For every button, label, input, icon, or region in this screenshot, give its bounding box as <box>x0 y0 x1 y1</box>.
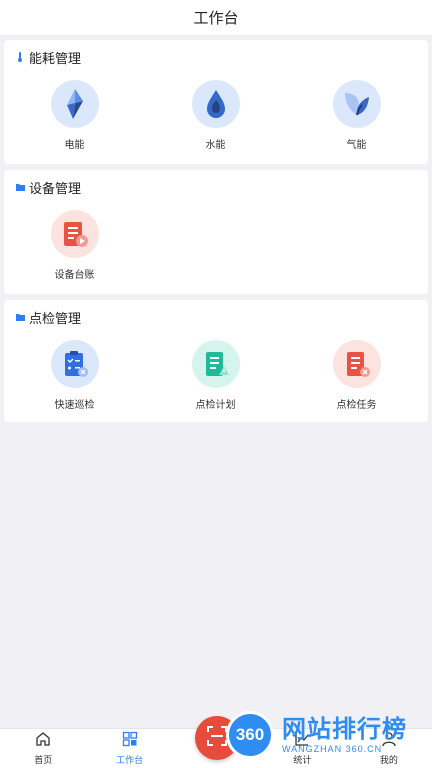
section-header: 能耗管理 <box>4 40 428 74</box>
watermark-cn: 网站排行榜 <box>282 716 407 743</box>
energy-electricity[interactable]: 电能 <box>4 80 145 151</box>
watermark-logo: 360 <box>226 711 274 759</box>
page-title: 工作台 <box>193 10 239 27</box>
item-label: 快速巡检 <box>54 400 95 411</box>
grid-icon <box>122 731 138 752</box>
item-label: 电能 <box>64 140 85 151</box>
tab-label: 首页 <box>34 755 53 765</box>
device-ledger-icon <box>50 210 99 258</box>
folder-icon <box>15 312 25 322</box>
home-icon <box>35 731 51 752</box>
inspection-section: 点检管理 快速巡检 点检计划 点检任务 <box>4 300 428 422</box>
section-title: 点检管理 <box>29 310 82 326</box>
electricity-icon <box>50 80 99 128</box>
section-header: 设备管理 <box>4 170 428 204</box>
energy-section: 能耗管理 电能 水能 气能 <box>4 40 428 164</box>
section-title: 能耗管理 <box>29 50 82 66</box>
top-bar: 工作台 <box>0 0 432 36</box>
watermark-en: WANGZHAN 360.CN <box>282 744 383 754</box>
water-drop-icon <box>191 80 240 128</box>
leaf-gas-icon <box>332 80 381 128</box>
item-label: 点检任务 <box>336 400 377 411</box>
scan-icon <box>206 725 228 752</box>
device-ledger[interactable]: 设备台账 <box>4 210 145 281</box>
device-section: 设备管理 设备台账 <box>4 170 428 294</box>
section-title: 设备管理 <box>29 180 82 196</box>
folder-icon <box>15 182 25 192</box>
inspection-plan-icon <box>191 340 240 388</box>
tab-label: 工作台 <box>116 755 144 765</box>
inspection-plan[interactable]: 点检计划 <box>145 340 286 411</box>
watermark: 360 网站排行榜 WANGZHAN 360.CN <box>226 706 432 764</box>
inspection-task-icon <box>332 340 381 388</box>
item-label: 点检计划 <box>195 400 236 411</box>
item-label: 设备台账 <box>54 270 95 281</box>
quick-inspection-icon <box>50 340 99 388</box>
section-header: 点检管理 <box>4 300 428 334</box>
tab-workbench[interactable]: 工作台 <box>86 729 172 768</box>
item-label: 气能 <box>346 140 367 151</box>
item-label: 水能 <box>205 140 226 151</box>
energy-water[interactable]: 水能 <box>145 80 286 151</box>
tab-home[interactable]: 首页 <box>0 729 86 768</box>
quick-inspection[interactable]: 快速巡检 <box>4 340 145 411</box>
inspection-task[interactable]: 点检任务 <box>286 340 427 411</box>
thermometer-icon <box>15 52 25 62</box>
energy-gas[interactable]: 气能 <box>286 80 427 151</box>
